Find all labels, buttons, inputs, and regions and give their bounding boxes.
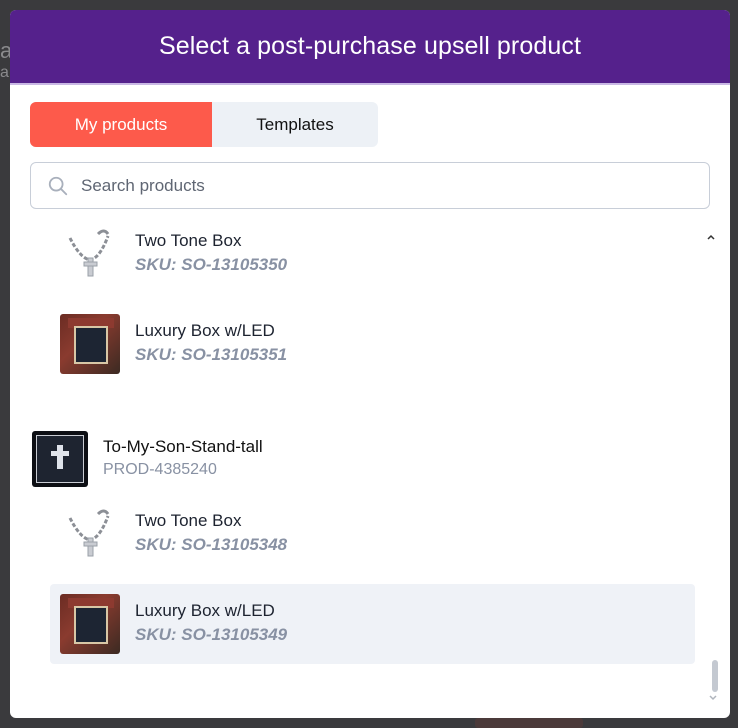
item-name: Luxury Box w/LED — [135, 321, 275, 340]
product-row[interactable]: To-My-Son-Stand-tall PROD-4385240 — [32, 428, 692, 490]
item-sku: SKU: SO-13105351 — [135, 345, 288, 364]
necklace-thumbnail — [60, 224, 120, 284]
search-input[interactable] — [81, 175, 661, 196]
tab-my-products[interactable]: My products — [30, 102, 212, 147]
modal-title: Select a post-purchase upsell product — [159, 32, 581, 60]
scrollbar-thumb[interactable] — [712, 660, 718, 692]
product-card-thumbnail — [32, 431, 88, 487]
list-item[interactable]: Luxury Box w/LED SKU: SO-13105349 — [50, 584, 695, 664]
item-sku: SKU: SO-13105350 — [135, 255, 288, 274]
item-sku: SKU: SO-13105349 — [135, 625, 288, 644]
necklace-thumbnail — [60, 504, 120, 564]
list-item[interactable]: Two Tone Box SKU: SO-13105348 — [50, 494, 695, 574]
product-source-tabs: My products Templates — [30, 102, 378, 147]
search-box — [30, 162, 710, 209]
product-id: PROD-4385240 — [103, 461, 217, 478]
luxury-box-thumbnail — [60, 314, 120, 374]
upsell-product-modal: Select a post-purchase upsell product My… — [10, 10, 730, 718]
product-list: Two Tone Box SKU: SO-13105350 Luxury Box… — [10, 220, 730, 718]
search-icon — [48, 176, 68, 195]
item-name: Two Tone Box — [135, 511, 242, 530]
item-name: Two Tone Box — [135, 231, 242, 250]
product-name: To-My-Son-Stand-tall — [103, 437, 263, 456]
tab-templates[interactable]: Templates — [212, 102, 378, 147]
item-name: Luxury Box w/LED — [135, 601, 275, 620]
luxury-box-thumbnail — [60, 594, 120, 654]
modal-header: Select a post-purchase upsell product — [10, 10, 730, 85]
list-item[interactable]: Two Tone Box SKU: SO-13105350 — [50, 214, 695, 294]
backdrop-text-secondary: a — [0, 64, 9, 81]
backdrop-bar — [475, 718, 583, 728]
item-sku: SKU: SO-13105348 — [135, 535, 288, 554]
list-item[interactable]: Luxury Box w/LED SKU: SO-13105351 — [50, 304, 695, 384]
chevron-down-icon[interactable] — [708, 693, 718, 703]
